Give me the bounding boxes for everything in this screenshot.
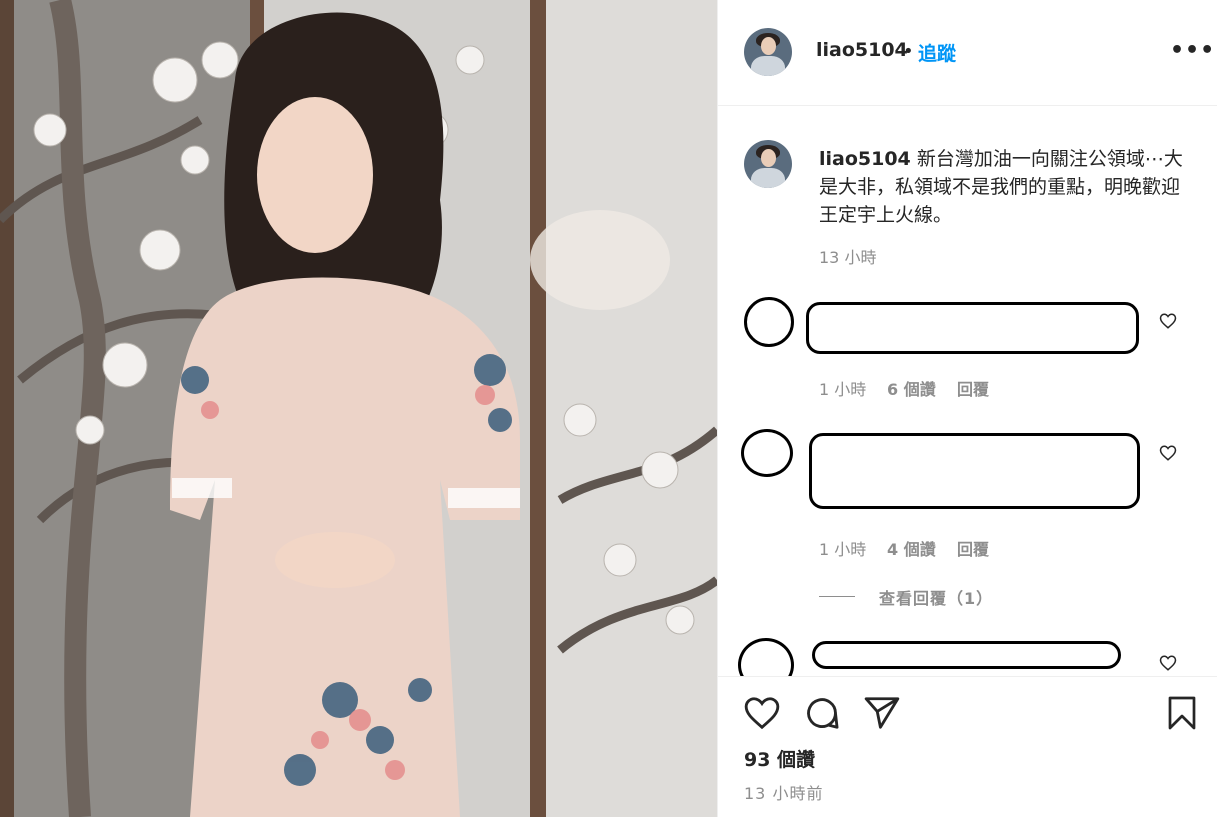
comment-meta: 1 小時: [819, 376, 866, 400]
comment-likes[interactable]: 6 個讚: [887, 376, 936, 400]
share-icon[interactable]: [863, 694, 901, 732]
post-sidebar: liao5104 • 追蹤 ••• liao5104 新台灣加油一向關注公領域⋯…: [717, 0, 1217, 817]
comment-avatar-redacted: [744, 297, 794, 347]
photo-illustration: [0, 0, 717, 817]
reply-button[interactable]: 回覆: [957, 536, 989, 560]
comment-text-redacted: [809, 433, 1140, 509]
comment-avatar-redacted: [741, 429, 793, 477]
comment-like-heart-icon[interactable]: [1159, 444, 1177, 462]
author-username[interactable]: liao5104: [816, 39, 908, 61]
like-count[interactable]: 93 個讚: [744, 745, 815, 772]
reply-button[interactable]: 回覆: [957, 376, 989, 400]
follow-button[interactable]: 追蹤: [918, 39, 956, 66]
bookmark-icon[interactable]: [1164, 694, 1200, 732]
view-replies-divider: [819, 596, 855, 597]
caption-username[interactable]: liao5104: [819, 148, 911, 170]
view-replies-button[interactable]: 查看回覆（1）: [879, 585, 993, 609]
post-photo[interactable]: [0, 0, 717, 817]
comment-text-redacted: [806, 302, 1139, 354]
post-timestamp[interactable]: 13 小時前: [744, 780, 823, 804]
post-actions: 93 個讚 13 小時前: [718, 676, 1217, 817]
comment-icon[interactable]: [803, 694, 841, 732]
post-header: liao5104 • 追蹤 •••: [718, 0, 1217, 106]
caption-avatar[interactable]: [744, 140, 792, 188]
more-options-icon[interactable]: •••: [1170, 38, 1215, 63]
comment-text-redacted: [812, 641, 1121, 669]
comment-time: 1 小時: [819, 540, 867, 559]
comment-likes[interactable]: 4 個讚: [887, 536, 936, 560]
heart-icon[interactable]: [743, 694, 781, 732]
caption-time: 13 小時: [819, 248, 877, 267]
separator-dot: •: [903, 41, 914, 62]
author-avatar[interactable]: [744, 28, 792, 76]
comment-time: 1 小時: [819, 380, 867, 399]
comment-like-heart-icon[interactable]: [1159, 654, 1177, 672]
post-caption: liao5104 新台灣加油一向關注公領域⋯大是大非，私領域不是我們的重點，明晚…: [819, 145, 1189, 229]
comment-like-heart-icon[interactable]: [1159, 312, 1177, 330]
